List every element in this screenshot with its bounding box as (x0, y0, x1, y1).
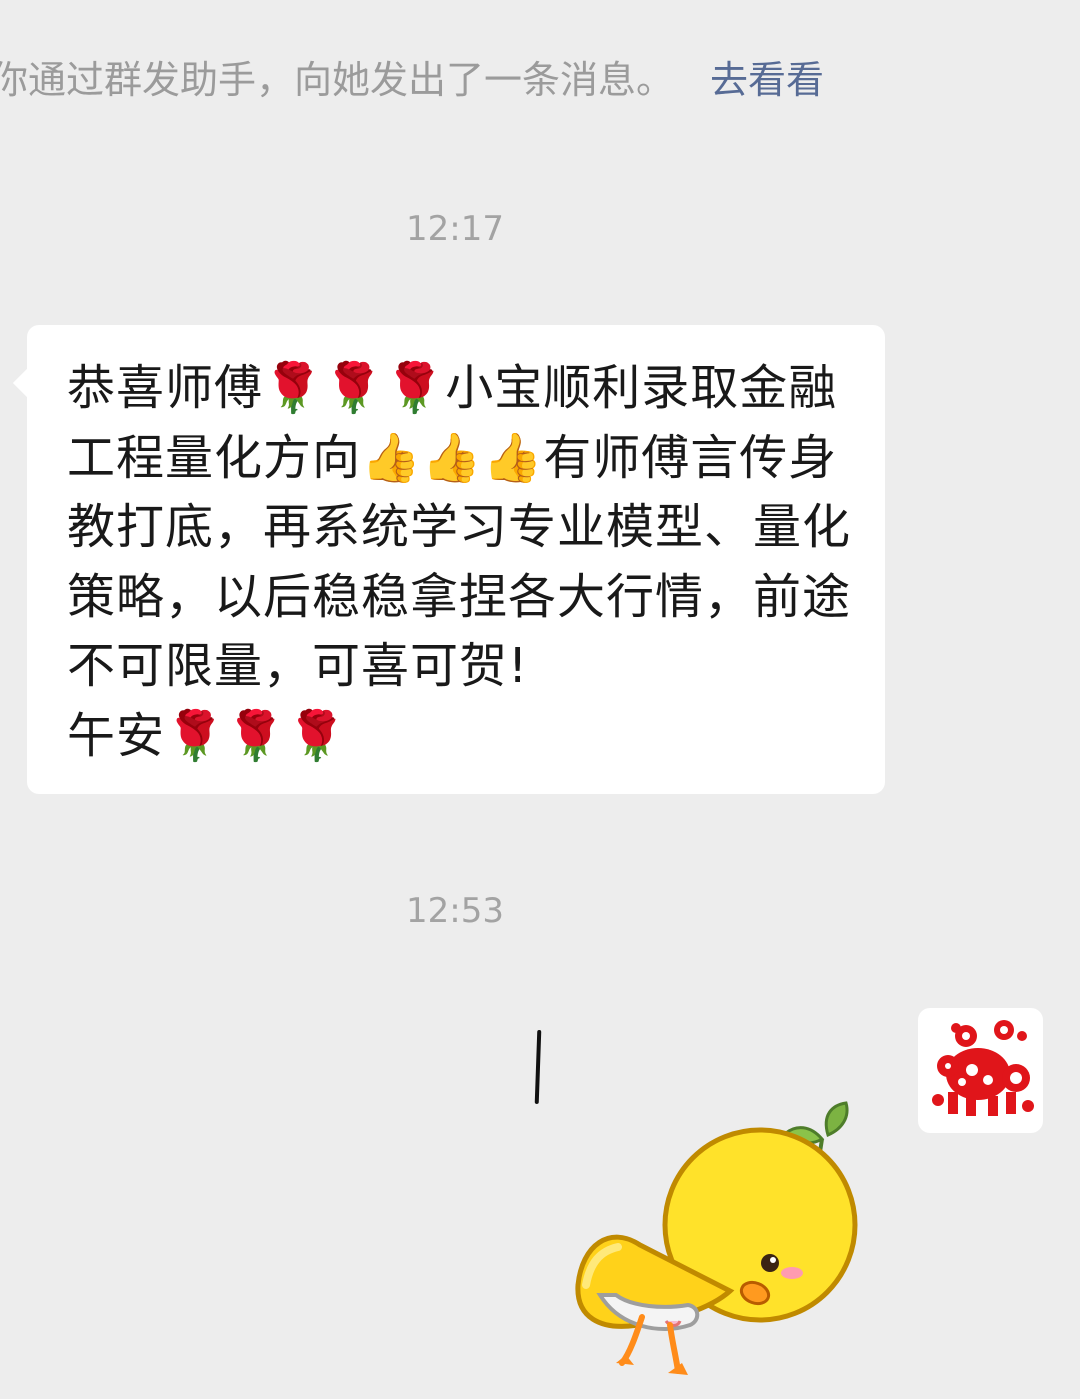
system-notice-text: 你通过群发助手，向她发出了一条消息。 (0, 58, 675, 102)
papercut-avatar-icon (932, 1020, 1034, 1116)
text-cursor (534, 1029, 542, 1105)
bubble-tail (12, 368, 42, 398)
message-bubble[interactable]: 恭喜师傅🌹🌹🌹小宝顺利录取金融工程量化方向👍👍👍有师傅言传身教打底，再系统学习专… (12, 325, 885, 794)
system-notice: 你通过群发助手，向她发出了一条消息。 去看看 (0, 52, 1060, 108)
timestamp: 12:17 (406, 209, 504, 249)
view-link[interactable]: 去看看 (710, 58, 824, 102)
chick-sticker[interactable] (560, 1095, 860, 1395)
timestamp: 12:53 (406, 891, 504, 931)
avatar[interactable] (918, 1008, 1043, 1133)
message-text: 恭喜师傅🌹🌹🌹小宝顺利录取金融工程量化方向👍👍👍有师傅言传身教打底，再系统学习专… (67, 360, 852, 764)
chick-sticker-icon (575, 1101, 858, 1375)
